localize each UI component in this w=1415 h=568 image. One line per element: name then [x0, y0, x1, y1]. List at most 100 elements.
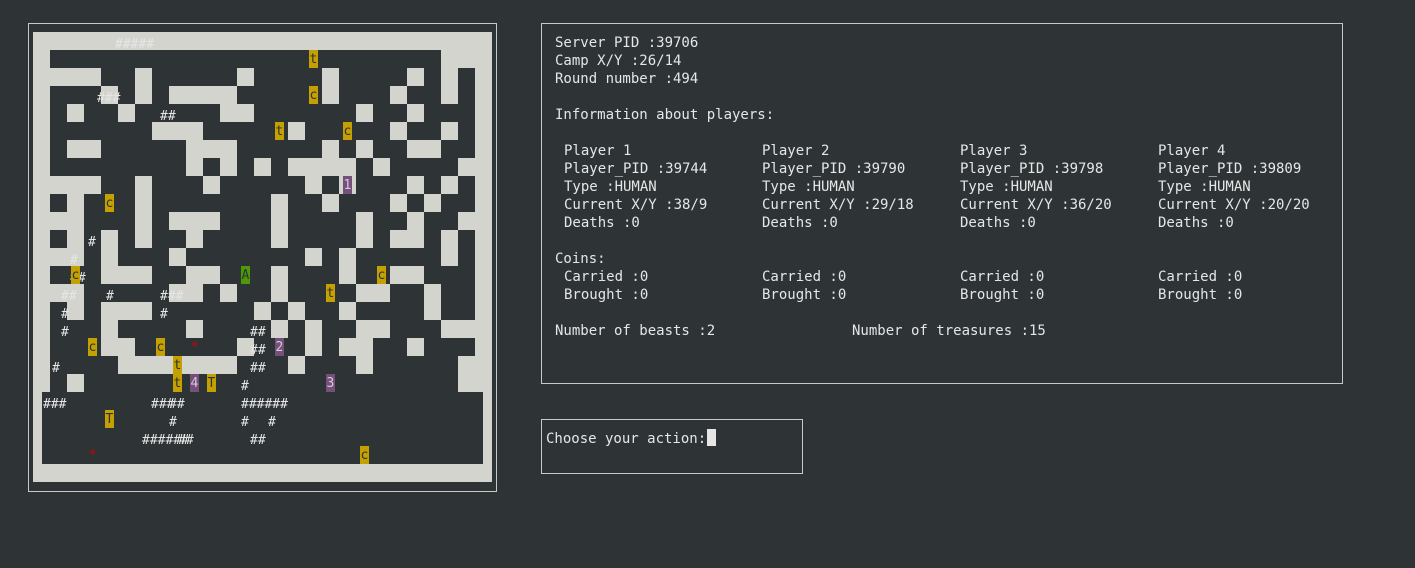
- treasure-symbol: c: [157, 340, 165, 355]
- wall-cell: [356, 284, 373, 302]
- beast-symbol: *: [191, 340, 199, 355]
- wall-cell: [373, 320, 390, 338]
- bush-mark: ##: [178, 433, 194, 448]
- bush-mark: #: [169, 415, 177, 430]
- wall-cell: [101, 266, 118, 284]
- bush-mark: #: [61, 325, 69, 340]
- wall-cell: [186, 158, 203, 176]
- wall-cell: [441, 230, 458, 248]
- wall-cell: [441, 68, 458, 86]
- player-symbol: 1: [344, 178, 352, 193]
- wall-cell: [356, 338, 373, 356]
- bush-mark: ##: [160, 109, 176, 124]
- wall-cell: [475, 104, 492, 122]
- treasure-symbol: c: [72, 268, 80, 283]
- treasure-symbol: c: [89, 340, 97, 355]
- player-3-name: Player 3: [960, 143, 1028, 159]
- player-3-position: Current X/Y :36/20: [960, 197, 1112, 213]
- wall-cell: [203, 266, 220, 284]
- action-prompt-line[interactable]: Choose your action:: [546, 429, 717, 448]
- player-2-brought: Brought :0: [762, 287, 847, 303]
- wall-cell: [101, 338, 118, 356]
- bush-mark: ###: [160, 289, 184, 304]
- wall-cell: [356, 212, 373, 230]
- bush-mark: ##: [250, 325, 266, 340]
- wall-cell: [322, 86, 339, 104]
- player-3-pid: Player_PID :39798: [960, 161, 1104, 177]
- player-1-type: Type :HUMAN: [564, 179, 657, 195]
- camp-symbol: A: [242, 268, 250, 283]
- wall-cell: [356, 140, 373, 158]
- action-prompt: Choose your action:: [546, 431, 707, 447]
- treasure-symbol: t: [310, 52, 318, 67]
- player-3-deaths: Deaths :0: [960, 215, 1036, 231]
- player-symbol: 4: [191, 376, 199, 391]
- player-4-carried: Carried :0: [1158, 269, 1243, 285]
- treasure-symbol: T: [208, 376, 216, 391]
- wall-cell: [152, 356, 169, 374]
- wall-cell: [101, 320, 118, 338]
- wall-cell: [186, 122, 203, 140]
- bush-mark: #: [268, 415, 276, 430]
- wall-cell: [475, 68, 492, 86]
- wall-cell: [322, 194, 339, 212]
- wall-cell: [305, 248, 322, 266]
- wall-cell: [50, 68, 67, 86]
- bush-mark: #: [241, 415, 249, 430]
- wall-cell: [33, 140, 50, 158]
- wall-cell: [254, 158, 271, 176]
- wall-cell: [67, 302, 84, 320]
- wall-cell: [475, 248, 492, 266]
- player-1-pid: Player_PID :39744: [564, 161, 708, 177]
- player-2-pid: Player_PID :39790: [762, 161, 906, 177]
- player-1-position: Current X/Y :38/9: [564, 197, 708, 213]
- wall-cell: [33, 338, 50, 356]
- wall-cell: [390, 194, 407, 212]
- player-symbol: 3: [327, 376, 335, 391]
- beast-symbol: *: [89, 448, 97, 463]
- wall-cell: [373, 158, 390, 176]
- wall-cell: [203, 140, 220, 158]
- wall-cell: [67, 104, 84, 122]
- wall-cell: [135, 356, 152, 374]
- wall-cell: [169, 122, 186, 140]
- wall-cell: [220, 140, 237, 158]
- player-3-type: Type :HUMAN: [960, 179, 1053, 195]
- wall-cell: [169, 248, 186, 266]
- wall-cell: [475, 230, 492, 248]
- wall-cell: [339, 302, 356, 320]
- wall-cell: [339, 266, 356, 284]
- wall-cell: [407, 338, 424, 356]
- player-4-type: Type :HUMAN: [1158, 179, 1251, 195]
- wall-cell: [458, 320, 475, 338]
- action-input-box[interactable]: Choose your action:: [541, 419, 803, 474]
- wall-cell: [203, 176, 220, 194]
- wall-cell: [475, 320, 492, 338]
- bush-mark: ##: [250, 433, 266, 448]
- bush-mark: #: [160, 307, 168, 322]
- wall-cell: [118, 266, 135, 284]
- coins-heading: Coins:: [555, 251, 606, 267]
- bush-mark: #: [106, 289, 114, 304]
- wall-cell: [475, 374, 492, 392]
- wall-cell: [203, 356, 220, 374]
- bush-mark: ##: [61, 289, 77, 304]
- wall-cell: [33, 266, 50, 284]
- wall-cell: [475, 212, 492, 230]
- wall-cell: [101, 248, 118, 266]
- wall-cell: [271, 266, 288, 284]
- wall-cell: [271, 284, 288, 302]
- wall-cell: [475, 158, 492, 176]
- wall-cell: [33, 320, 50, 338]
- wall-cell: [424, 140, 441, 158]
- treasure-symbol: T: [106, 412, 114, 427]
- wall-cell: [169, 86, 186, 104]
- wall-cell: [237, 68, 254, 86]
- wall-cell: [67, 68, 84, 86]
- wall-cell: [356, 356, 373, 374]
- bush-mark: ##: [169, 397, 185, 412]
- wall-cell: [475, 356, 492, 374]
- treasure-symbol: c: [344, 124, 352, 139]
- bush-mark: #: [52, 361, 60, 376]
- wall-cell: [33, 284, 50, 302]
